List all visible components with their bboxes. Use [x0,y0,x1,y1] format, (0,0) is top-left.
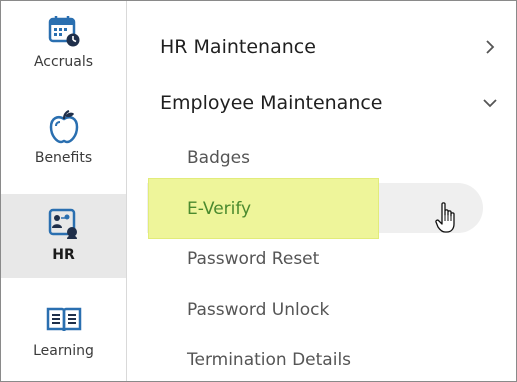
chevron-right-icon [482,39,498,55]
rail-item-learning[interactable]: Learning [1,290,126,374]
rail-label-hr: HR [52,247,75,263]
rail-label-learning: Learning [33,343,94,359]
open-book-icon [46,302,82,338]
people-org-icon [46,206,82,242]
apple-icon [46,109,82,145]
chevron-down-icon [482,95,498,111]
app-frame: Accruals Benefits HR Learning HR Mainten… [0,0,517,382]
menu-item-hr-maintenance-label: HR Maintenance [160,36,316,58]
submenu-item-termination-details[interactable]: Termination Details [127,340,516,380]
calendar-clock-icon [46,13,82,49]
menu-item-employee-maintenance-label: Employee Maintenance [160,92,383,114]
submenu-item-badges[interactable]: Badges [127,138,516,178]
rail-item-hr[interactable]: HR [1,194,126,278]
left-nav-rail: Accruals Benefits HR Learning [1,1,127,381]
submenu-item-password-reset[interactable]: Password Reset [127,239,516,279]
menu-item-employee-maintenance[interactable]: Employee Maintenance [127,83,516,123]
submenu-item-password-unlock[interactable]: Password Unlock [127,290,516,330]
submenu-item-label: E-Verify [187,199,252,219]
submenu-item-label: Password Unlock [187,300,330,320]
rail-item-accruals[interactable]: Accruals [1,1,126,85]
submenu-item-label: Termination Details [187,350,352,370]
submenu-item-label: Password Reset [187,249,320,269]
rail-label-benefits: Benefits [34,150,93,166]
rail-item-benefits[interactable]: Benefits [1,97,126,181]
submenu-item-label: Badges [187,148,250,168]
hand-pointer-cursor-icon [435,201,459,235]
hr-flyout-menu: HR Maintenance Employee Maintenance Badg… [127,1,516,381]
menu-item-hr-maintenance[interactable]: HR Maintenance [127,27,516,67]
rail-label-accruals: Accruals [33,54,94,70]
